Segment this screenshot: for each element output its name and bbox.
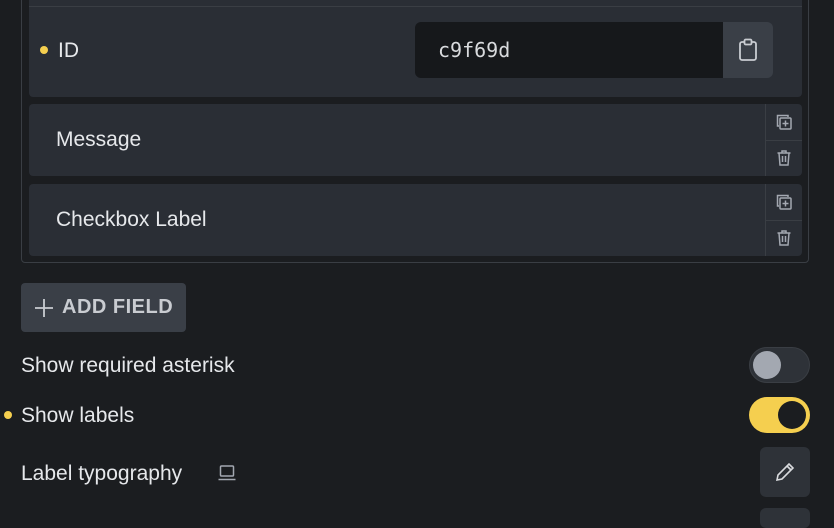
trash-icon — [777, 150, 791, 166]
modified-indicator — [4, 411, 12, 419]
toggle-knob — [778, 401, 806, 429]
duplicate-icon — [776, 114, 792, 130]
show-required-asterisk-toggle[interactable] — [749, 347, 810, 383]
duplicate-button[interactable] — [766, 184, 802, 221]
field-actions — [765, 184, 802, 256]
id-label: ID — [58, 39, 79, 62]
trash-icon — [777, 230, 791, 246]
show-labels-toggle[interactable] — [749, 397, 810, 433]
next-row-button[interactable] — [760, 508, 810, 528]
delete-button[interactable] — [766, 220, 802, 256]
divider — [29, 6, 802, 7]
duplicate-button[interactable] — [766, 104, 802, 141]
show-required-asterisk-label: Show required asterisk — [21, 354, 235, 377]
toggle-knob — [753, 351, 781, 379]
add-field-label: ADD FIELD — [62, 296, 174, 318]
modified-indicator — [40, 46, 48, 54]
field-label: Message — [56, 128, 142, 151]
add-field-button[interactable]: ADD FIELD — [21, 283, 186, 332]
field-card-checkbox-label[interactable]: Checkbox Label — [29, 184, 802, 256]
clipboard-icon — [739, 38, 757, 61]
field-label: Checkbox Label — [56, 208, 207, 231]
plus-icon — [35, 298, 53, 317]
field-actions — [765, 104, 802, 176]
edit-typography-button[interactable] — [760, 447, 810, 497]
laptop-icon — [218, 465, 236, 481]
show-labels-label: Show labels — [21, 404, 135, 427]
label-typography-label: Label typography — [21, 462, 183, 485]
field-card-message[interactable]: Message — [29, 104, 802, 176]
duplicate-icon — [776, 194, 792, 210]
copy-button[interactable] — [723, 22, 773, 78]
pencil-icon — [775, 462, 795, 482]
id-input[interactable]: c9f69d — [415, 22, 723, 78]
delete-button[interactable] — [766, 140, 802, 176]
